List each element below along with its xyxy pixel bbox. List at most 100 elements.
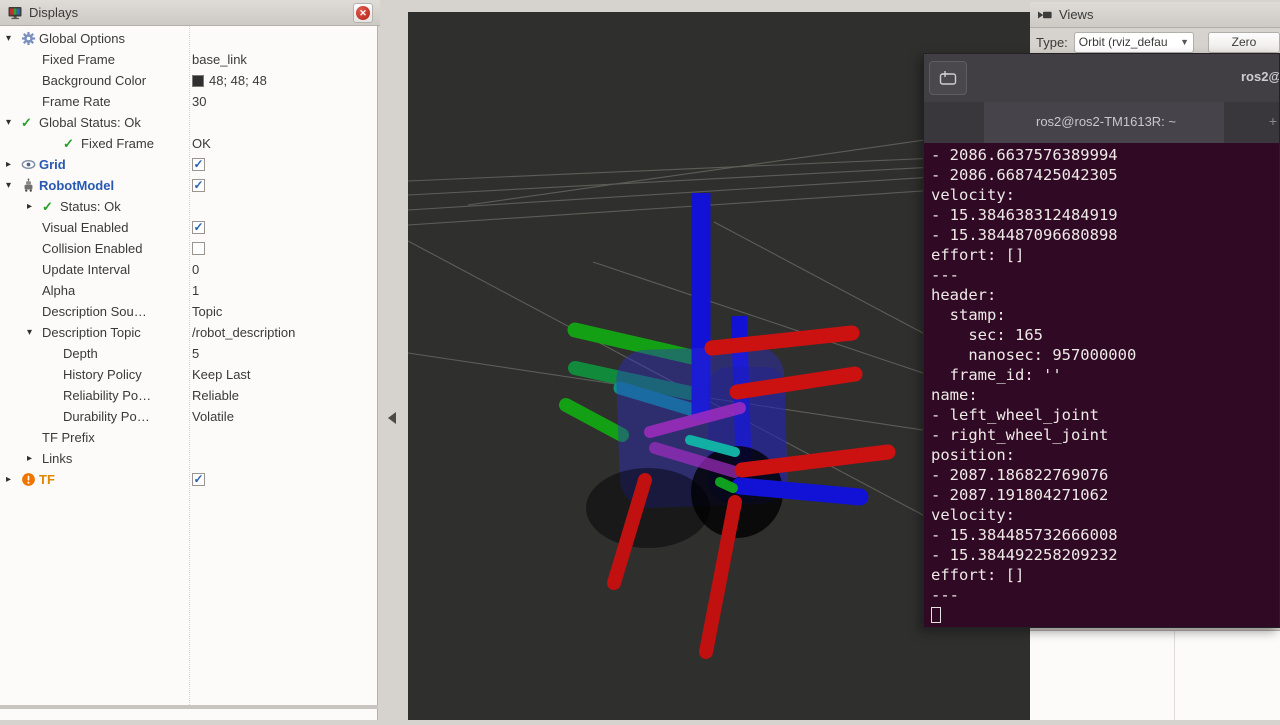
display-row-description-topic[interactable]: ▾Description Topic/robot_description [0,322,377,343]
view-type-dropdown[interactable]: Orbit (rviz_defau ▼ [1074,32,1194,53]
expander-icon[interactable]: ▾ [6,28,21,49]
property-label: TF [39,469,55,490]
panel-splitter[interactable] [378,0,408,720]
views-list-area[interactable] [1030,630,1280,720]
check-icon: ✓ [63,133,81,154]
display-row-global-status-ok[interactable]: ▾✓Global Status: Ok [0,112,377,133]
terminal-line: - 15.384485732666008 [931,525,1279,545]
property-value[interactable]: /robot_description [192,322,295,343]
display-row-depth[interactable]: Depth 5 [0,343,377,364]
terminal-window-title: ros2@ [1241,69,1279,84]
property-label: Global Status: Ok [39,112,141,133]
property-label: Grid [39,154,66,175]
terminal-line: - 15.384638312484919 [931,205,1279,225]
axis-y-green [720,482,733,488]
collapse-left-icon[interactable] [388,412,396,424]
property-label: Depth [63,343,98,364]
displays-tree[interactable]: ▾Global OptionsFixed Framebase_linkBackg… [0,26,378,705]
plus-icon[interactable]: + [1269,113,1277,129]
display-row-links[interactable]: ▸Links [0,448,377,469]
display-row-description-sou[interactable]: Description Sou… Topic [0,301,377,322]
property-label: Visual Enabled [42,217,129,238]
views-panel-titlebar[interactable]: Views [1030,2,1280,28]
display-row-robotmodel[interactable]: ▾ RobotModel ✓ [0,175,377,196]
close-icon: ✕ [356,6,370,20]
display-row-collision-enabled[interactable]: Collision Enabled [0,238,377,259]
terminal-line: - 2086.6637576389994 [931,145,1279,165]
expander-icon[interactable]: ▸ [27,448,42,469]
display-row-frame-rate[interactable]: Frame Rate 30 [0,91,377,112]
view-type-value: Orbit (rviz_defau [1079,35,1168,49]
display-row-visual-enabled[interactable]: Visual Enabled ✓ [0,217,377,238]
display-row-durability-po[interactable]: Durability Po… Volatile [0,406,377,427]
chevron-down-icon: ▼ [1180,37,1189,47]
display-row-tf-prefix[interactable]: TF Prefix [0,427,377,448]
views-camera-icon [1037,8,1053,22]
terminal-line: - 15.384487096680898 [931,225,1279,245]
checkbox[interactable]: ✓ [192,221,205,234]
expander-icon[interactable]: ▾ [6,175,21,196]
display-row-fixed-frame[interactable]: Fixed Framebase_link [0,49,377,70]
expander-icon[interactable]: ▸ [27,196,42,217]
terminal-line: sec: 165 [931,325,1279,345]
display-row-fixed-frame[interactable]: ✓Fixed FrameOK [0,133,377,154]
zero-button[interactable]: Zero [1208,32,1280,53]
expander-icon[interactable]: ▸ [6,154,21,175]
display-row-reliability-po[interactable]: Reliability Po…Reliable [0,385,377,406]
gear-icon [21,31,39,46]
terminal-line: - 2086.6687425042305 [931,165,1279,185]
property-value[interactable]: Reliable [192,385,239,406]
display-row-update-interval[interactable]: Update Interval 0 [0,259,377,280]
display-row-background-color[interactable]: Background Color48; 48; 48 [0,70,377,91]
new-tab-icon [938,70,958,86]
terminal-line: frame_id: '' [931,365,1279,385]
display-row-tf[interactable]: ▸ TF ✓ [0,469,377,490]
new-tab-button[interactable] [929,61,967,95]
property-label: Alpha [42,280,75,301]
expander-icon[interactable]: ▾ [27,322,42,343]
property-label: Description Sou… [42,301,147,322]
display-row-global-options[interactable]: ▾Global Options [0,28,377,49]
check-icon: ✓ [21,112,39,133]
property-value[interactable]: Volatile [192,406,234,427]
property-value[interactable]: Keep Last [192,364,251,385]
checkbox[interactable]: ✓ [192,158,205,171]
eye-icon [21,157,39,172]
axis-y-green [566,405,622,435]
terminal-line: - 15.384492258209232 [931,545,1279,565]
property-label: Durability Po… [63,406,150,427]
property-label: Update Interval [42,259,130,280]
display-row-grid[interactable]: ▸ Grid ✓ [0,154,377,175]
property-value[interactable]: 5 [192,343,199,364]
property-label: RobotModel [39,175,114,196]
property-value[interactable]: 48; 48; 48 [209,70,267,91]
checkbox[interactable]: ✓ [192,179,205,192]
terminal-titlebar[interactable]: ros2@ [924,54,1279,102]
property-value[interactable]: 1 [192,280,199,301]
property-value[interactable]: 30 [192,91,206,112]
property-value[interactable]: 0 [192,259,199,280]
display-row-status-ok[interactable]: ▸✓Status: Ok [0,196,377,217]
property-value[interactable]: OK [192,133,211,154]
terminal-output[interactable]: - 2086.6637576389994- 2086.6687425042305… [924,143,1279,626]
display-row-alpha[interactable]: Alpha 1 [0,280,377,301]
terminal-tab-title: ros2@ros2-TM1613R: ~ [924,114,1279,129]
terminal-line: velocity: [931,505,1279,525]
robot-model [566,193,888,652]
property-value[interactable]: base_link [192,49,247,70]
views-list-divider [1174,631,1175,720]
property-value[interactable]: Topic [192,301,222,322]
property-label: Description Topic [42,322,141,343]
property-label: Frame Rate [42,91,111,112]
checkbox[interactable]: ✓ [192,473,205,486]
displays-panel-titlebar[interactable]: Displays ✕ [0,0,380,26]
expander-icon[interactable]: ▾ [6,112,21,133]
warning-icon [21,472,39,487]
display-row-history-policy[interactable]: History PolicyKeep Last [0,364,377,385]
displays-close-button[interactable]: ✕ [353,3,373,23]
terminal-line: name: [931,385,1279,405]
checkbox[interactable] [192,242,205,255]
color-swatch[interactable] [192,75,204,87]
displays-panel-title: Displays [29,5,78,20]
expander-icon[interactable]: ▸ [6,469,21,490]
